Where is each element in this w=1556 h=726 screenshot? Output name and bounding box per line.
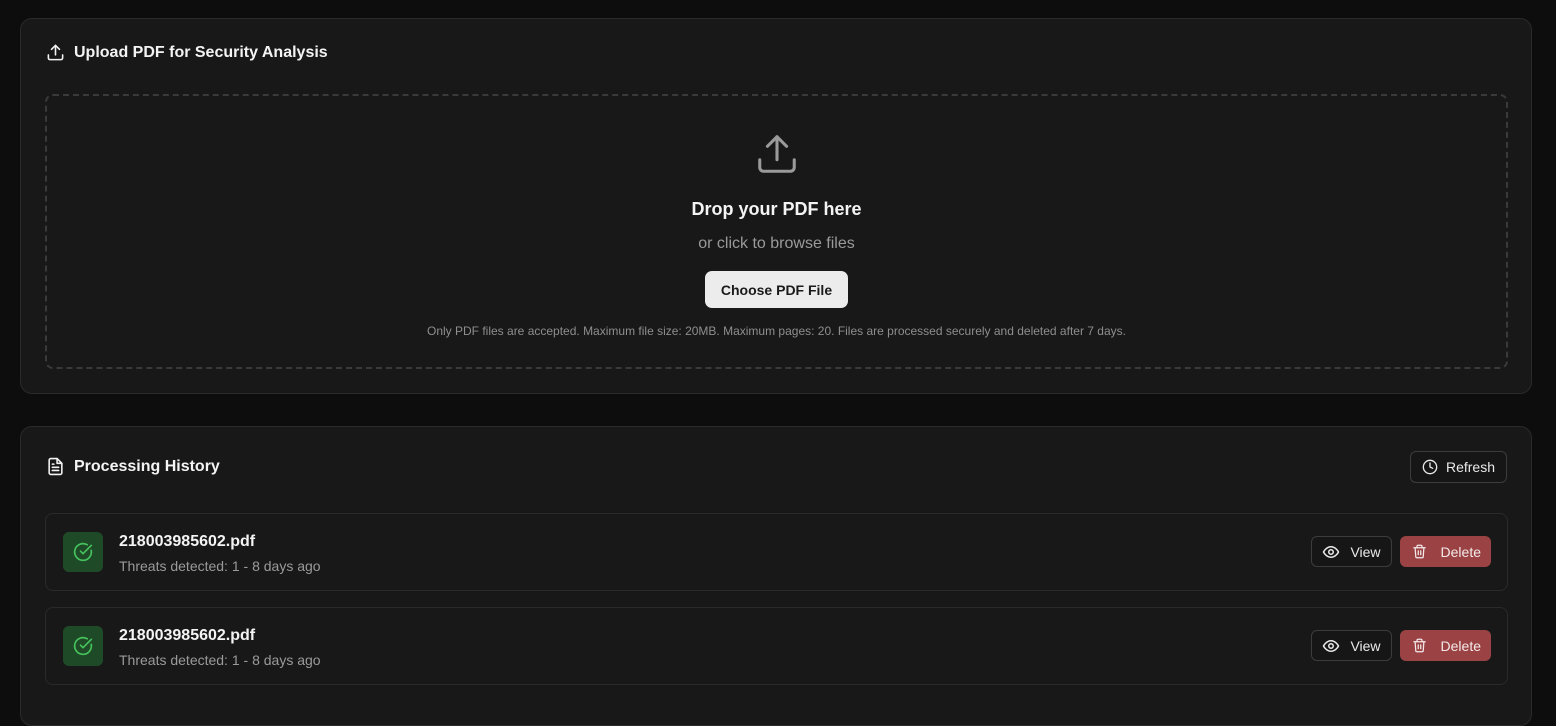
history-card: Processing History Refresh 218003985602.…: [20, 426, 1532, 726]
refresh-label: Refresh: [1445, 459, 1495, 475]
history-card-header: Processing History: [46, 457, 220, 476]
file-meta: Threats detected: 1 - 8 days ago: [119, 652, 321, 668]
row-actions: View Delete: [1311, 536, 1491, 567]
check-circle-icon: [73, 636, 93, 656]
upload-note: Only PDF files are accepted. Maximum fil…: [427, 324, 1126, 338]
upload-icon: [754, 131, 800, 177]
upload-card: Upload PDF for Security Analysis Drop yo…: [20, 18, 1532, 394]
view-label: View: [1350, 637, 1381, 654]
upload-icon: [46, 43, 65, 62]
delete-label: Delete: [1440, 543, 1481, 560]
pdf-dropzone[interactable]: Drop your PDF here or click to browse fi…: [45, 94, 1508, 369]
delete-button[interactable]: Delete: [1399, 630, 1491, 661]
file-name: 218003985602.pdf: [119, 533, 256, 550]
delete-label: Delete: [1440, 637, 1481, 654]
view-button[interactable]: View: [1311, 536, 1392, 567]
refresh-button[interactable]: Refresh: [1409, 451, 1507, 483]
upload-card-header: Upload PDF for Security Analysis: [46, 43, 328, 62]
file-name: 218003985602.pdf: [119, 627, 256, 644]
delete-button[interactable]: Delete: [1399, 536, 1491, 567]
row-actions: View Delete: [1311, 630, 1491, 661]
check-circle-icon: [73, 542, 93, 562]
eye-icon: [1322, 637, 1340, 655]
choose-pdf-button[interactable]: Choose PDF File: [704, 271, 849, 308]
trash-icon: [1412, 638, 1427, 653]
view-label: View: [1350, 543, 1381, 560]
history-row: 218003985602.pdf Threats detected: 1 - 8…: [45, 607, 1508, 685]
status-badge: [63, 532, 103, 572]
history-row: 218003985602.pdf Threats detected: 1 - 8…: [45, 513, 1508, 591]
trash-icon: [1412, 544, 1427, 559]
eye-icon: [1322, 543, 1340, 561]
view-button[interactable]: View: [1311, 630, 1392, 661]
file-meta: Threats detected: 1 - 8 days ago: [119, 558, 321, 574]
upload-card-title: Upload PDF for Security Analysis: [74, 43, 328, 61]
drop-subtitle: or click to browse files: [698, 235, 855, 252]
drop-title: Drop your PDF here: [691, 199, 862, 219]
clock-icon: [1422, 459, 1438, 475]
file-text-icon: [46, 457, 65, 476]
history-card-title: Processing History: [74, 457, 220, 475]
status-badge: [63, 626, 103, 666]
